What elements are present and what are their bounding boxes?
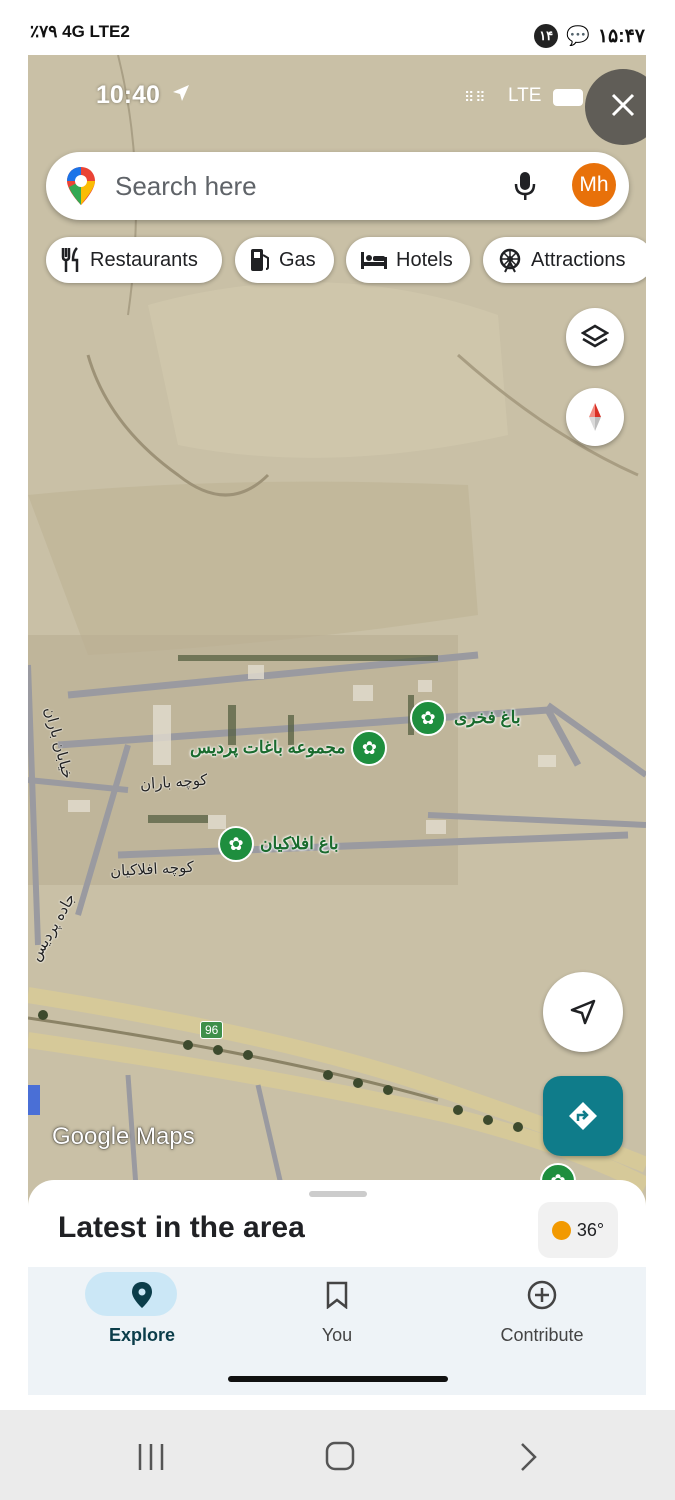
flower-icon: ✿: [410, 700, 446, 736]
chip-hotels[interactable]: Hotels: [346, 237, 470, 283]
network-type: LTE: [508, 85, 542, 106]
chip-restaurants[interactable]: Restaurants: [46, 237, 222, 283]
back-icon[interactable]: [516, 1442, 540, 1477]
category-chips: Restaurants Gas Hotels Attractions: [46, 237, 646, 285]
location-arrow-icon: [171, 83, 191, 108]
gas-pump-icon: [251, 249, 269, 271]
layers-button[interactable]: [566, 308, 624, 366]
microphone-icon[interactable]: [512, 170, 538, 207]
chat-icon: 💬: [566, 26, 590, 47]
my-location-button[interactable]: [543, 972, 623, 1052]
chip-attractions[interactable]: Attractions: [483, 237, 646, 283]
battery-icon: [553, 89, 583, 106]
close-icon: [610, 92, 636, 123]
bed-icon: [361, 252, 387, 269]
flower-icon: ✿: [351, 730, 388, 766]
directions-button[interactable]: [543, 1076, 623, 1156]
signal-dots-icon: ⠿⠿: [464, 89, 487, 105]
notification-badge: ۱۴: [534, 24, 559, 48]
flower-icon: ✿: [218, 826, 254, 862]
gesture-bar: [228, 1376, 448, 1382]
bottom-navigation: Explore You Contribute: [28, 1267, 646, 1395]
route-shield: 96: [200, 1021, 224, 1039]
bookmark-icon: [326, 1281, 348, 1309]
phone-clock: 10:40: [96, 81, 160, 109]
layers-icon: [581, 324, 609, 348]
chip-gas[interactable]: Gas: [235, 237, 334, 283]
ferris-wheel-icon: [499, 248, 521, 273]
add-circle-icon: [527, 1280, 557, 1310]
poi-bagh-aflakian[interactable]: ✿ باغ افلاکیان: [218, 826, 339, 862]
maps-pin-logo-icon: [66, 166, 96, 211]
device-clock: ۱۵:۴۷: [597, 25, 645, 47]
sheet-drag-handle[interactable]: [309, 1191, 367, 1197]
navigation-arrow-icon: [570, 999, 596, 1025]
search-bar[interactable]: Search here Mh: [46, 152, 629, 220]
phone-status-bar: 10:40 ⠿⠿ LTE: [28, 81, 646, 115]
directions-icon: [569, 1102, 597, 1130]
poi-majmoe-baghat-pardis[interactable]: مجموعه باغات پردیس ✿: [190, 730, 388, 766]
maps-screen: ✿ باغ فخری مجموعه باغات پردیس ✿ ✿ باغ اف…: [28, 55, 646, 1395]
weather-chip[interactable]: 36°: [538, 1202, 618, 1258]
location-pin-icon: [132, 1282, 152, 1308]
temperature: 36°: [576, 1219, 605, 1240]
search-input[interactable]: Search here: [115, 171, 257, 202]
compass-button[interactable]: [566, 388, 624, 446]
latest-in-area-sheet[interactable]: Latest in the area 36°: [28, 1180, 646, 1280]
sun-icon: [551, 1220, 571, 1240]
device-status-bar: ٪۷۹ 4G LTE2 ۱۴ 💬 ۱۵:۴۷: [0, 0, 675, 55]
battery-signal-indicator: ٪۷۹ 4G LTE2: [30, 22, 130, 41]
poi-bagh-fakhri[interactable]: ✿ باغ فخری: [410, 700, 521, 736]
compass-icon: [589, 403, 601, 431]
system-navigation-bar: [0, 1410, 675, 1500]
sheet-title: Latest in the area: [58, 1211, 305, 1244]
home-icon[interactable]: [324, 1440, 356, 1477]
fork-knife-icon: [61, 247, 79, 272]
google-maps-attribution: Google Maps: [52, 1123, 195, 1150]
satellite-map[interactable]: [28, 55, 646, 1215]
recent-apps-icon[interactable]: [136, 1442, 166, 1477]
account-avatar[interactable]: Mh: [572, 163, 616, 207]
